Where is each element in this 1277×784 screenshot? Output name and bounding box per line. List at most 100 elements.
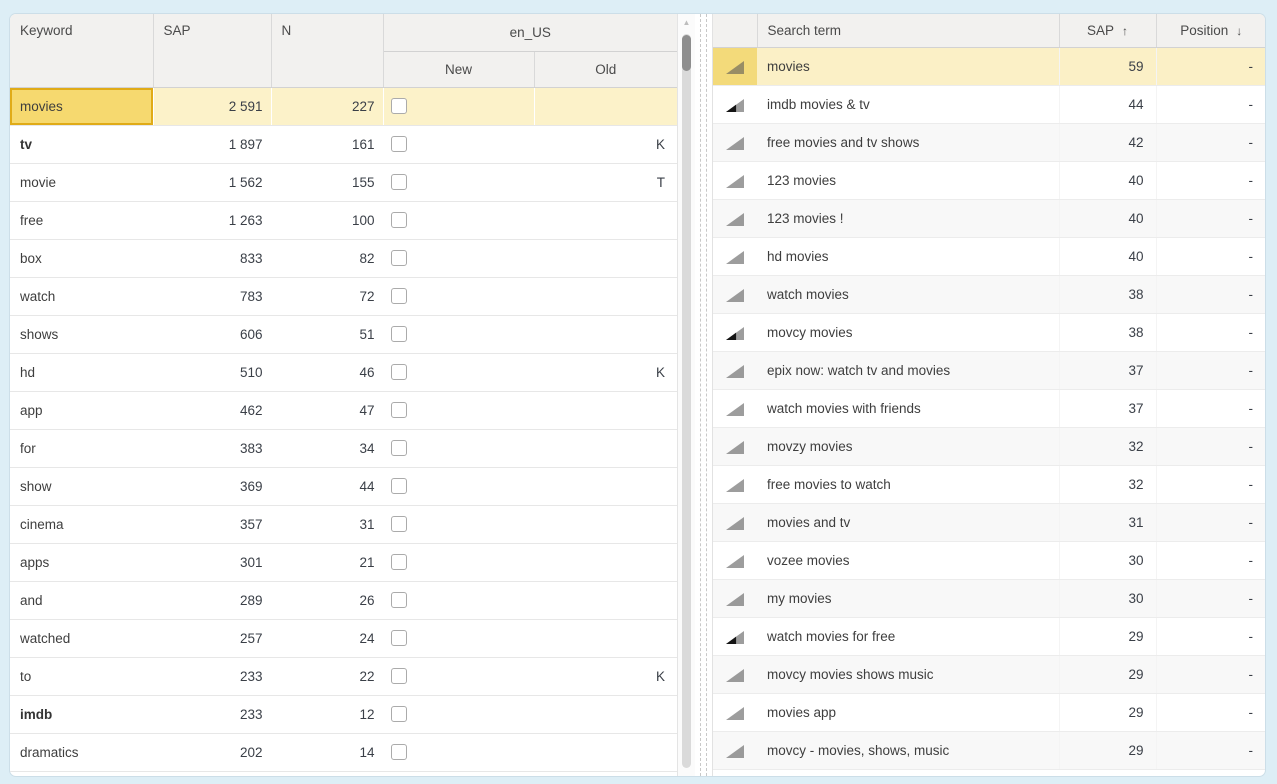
keyword-cell[interactable]: apps [10,543,153,581]
checkbox-unchecked[interactable] [391,516,407,532]
checkbox-unchecked[interactable] [391,250,407,266]
keyword-row[interactable]: and28926 [10,581,677,619]
keyword-cell[interactable]: to [10,657,153,695]
checkbox-unchecked[interactable] [391,592,407,608]
scroll-up-button[interactable]: ▲ [678,19,695,27]
column-header-n[interactable]: N [271,14,383,87]
search-term-row[interactable]: watch movies for free29- [713,618,1265,656]
keyword-cell[interactable]: for [10,429,153,467]
keyword-cell[interactable]: movie [10,163,153,201]
checkbox-unchecked[interactable] [391,440,407,456]
search-term-cell[interactable]: 123 movies ! [757,200,1059,238]
keyword-cell[interactable]: tv [10,125,153,163]
keyword-row[interactable]: cinema35731 [10,505,677,543]
search-term-cell[interactable]: free movies and tv shows [757,124,1059,162]
keyword-row[interactable]: imdb23312 [10,695,677,733]
checkbox-unchecked[interactable] [391,744,407,760]
search-term-row[interactable]: epix now: watch tv and movies37- [713,352,1265,390]
checkbox-unchecked[interactable] [391,706,407,722]
search-term-row[interactable]: movies59- [713,48,1265,86]
panel-splitter[interactable] [695,14,712,776]
search-term-row[interactable]: movcy movies38- [713,314,1265,352]
checkbox-unchecked[interactable] [391,630,407,646]
keyword-row[interactable]: shows60651 [10,315,677,353]
search-term-row[interactable]: movcy movies shows music29- [713,656,1265,694]
column-header-sap[interactable]: SAP [153,14,271,87]
checkbox-unchecked[interactable] [391,174,407,190]
checkbox-unchecked[interactable] [391,288,407,304]
search-term-row[interactable]: watch movies38- [713,276,1265,314]
keyword-cell[interactable]: watched [10,619,153,657]
scrollbar-track[interactable] [682,34,691,768]
column-header-old[interactable]: Old [534,51,677,87]
search-term-row[interactable]: free movies and tv shows42- [713,124,1265,162]
keyword-cell[interactable]: dramatics [10,733,153,771]
search-term-row[interactable]: imdb movies & tv44- [713,86,1265,124]
search-term-cell[interactable]: free movies to watch [757,466,1059,504]
search-term-row[interactable]: my movies30- [713,580,1265,618]
keyword-cell[interactable]: free [10,201,153,239]
keyword-row[interactable]: show36944 [10,467,677,505]
search-term-cell[interactable]: epix now: watch tv and movies [757,352,1059,390]
search-term-cell[interactable]: 123 movies [757,162,1059,200]
search-term-cell[interactable]: movcy movies shows music [757,656,1059,694]
search-term-cell[interactable]: watch movies for free [757,618,1059,656]
search-term-row[interactable]: watch movies with friends37- [713,390,1265,428]
keyword-row[interactable]: to23322K [10,657,677,695]
checkbox-unchecked[interactable] [391,212,407,228]
keyword-cell[interactable]: imdb [10,695,153,733]
keyword-cell[interactable]: hd [10,353,153,391]
search-term-cell[interactable]: imdb movies & tv [757,86,1059,124]
search-term-cell[interactable]: movies and tv [757,504,1059,542]
vertical-scrollbar[interactable]: ▲ [677,14,695,776]
search-term-cell[interactable]: watch movies with friends [757,390,1059,428]
column-header-new[interactable]: New [383,51,534,87]
search-term-cell[interactable]: movies app [757,694,1059,732]
search-term-row[interactable]: vozee movies30- [713,542,1265,580]
search-term-row[interactable]: movies and tv31- [713,504,1265,542]
keyword-cell[interactable]: box [10,239,153,277]
keyword-row[interactable]: for38334 [10,429,677,467]
search-term-cell[interactable]: watch movies [757,276,1059,314]
keyword-row[interactable]: box83382 [10,239,677,277]
scrollbar-thumb[interactable] [682,35,691,71]
search-term-cell[interactable]: vozee movies [757,542,1059,580]
keyword-row[interactable]: free1 263100 [10,201,677,239]
search-term-row[interactable]: 123 movies40- [713,162,1265,200]
search-term-row[interactable]: movies app29- [713,694,1265,732]
checkbox-unchecked[interactable] [391,326,407,342]
keyword-cell[interactable]: cinema [10,505,153,543]
checkbox-unchecked[interactable] [391,668,407,684]
search-term-cell[interactable]: movcy - movies, shows, music [757,732,1059,770]
keyword-cell[interactable]: movies [10,87,153,125]
keyword-row[interactable]: movies2 591227 [10,87,677,125]
column-header-keyword[interactable]: Keyword [10,14,153,87]
column-group-locale[interactable]: en_US [383,14,677,51]
column-header-position[interactable]: Position↓ [1156,14,1265,48]
column-header-rank-icon[interactable] [713,14,757,48]
keyword-cell[interactable]: watch [10,277,153,315]
search-term-cell[interactable]: my movies [757,580,1059,618]
column-header-search-term[interactable]: Search term [757,14,1059,48]
keyword-row[interactable]: tv1 897161K [10,125,677,163]
search-term-cell[interactable]: hd movies [757,238,1059,276]
checkbox-unchecked[interactable] [391,136,407,152]
keyword-row[interactable]: apps30121 [10,543,677,581]
checkbox-unchecked[interactable] [391,98,407,114]
column-header-sap-right[interactable]: SAP↑ [1059,14,1156,48]
keyword-cell[interactable]: and [10,581,153,619]
keyword-row[interactable]: dramatics20214 [10,733,677,771]
search-term-cell[interactable]: movzy movies [757,428,1059,466]
search-term-row[interactable]: free movies to watch32- [713,466,1265,504]
keyword-row[interactable]: watched25724 [10,619,677,657]
keyword-cell[interactable]: show [10,467,153,505]
search-term-row[interactable]: 123 movies !40- [713,200,1265,238]
checkbox-unchecked[interactable] [391,478,407,494]
search-term-row[interactable]: movcy - movies, shows, music29- [713,732,1265,770]
checkbox-unchecked[interactable] [391,554,407,570]
search-term-row[interactable]: hd movies40- [713,238,1265,276]
keyword-cell[interactable]: shows [10,315,153,353]
keyword-row[interactable]: hd51046K [10,353,677,391]
search-term-cell[interactable]: movcy movies [757,314,1059,352]
keyword-cell[interactable]: app [10,391,153,429]
